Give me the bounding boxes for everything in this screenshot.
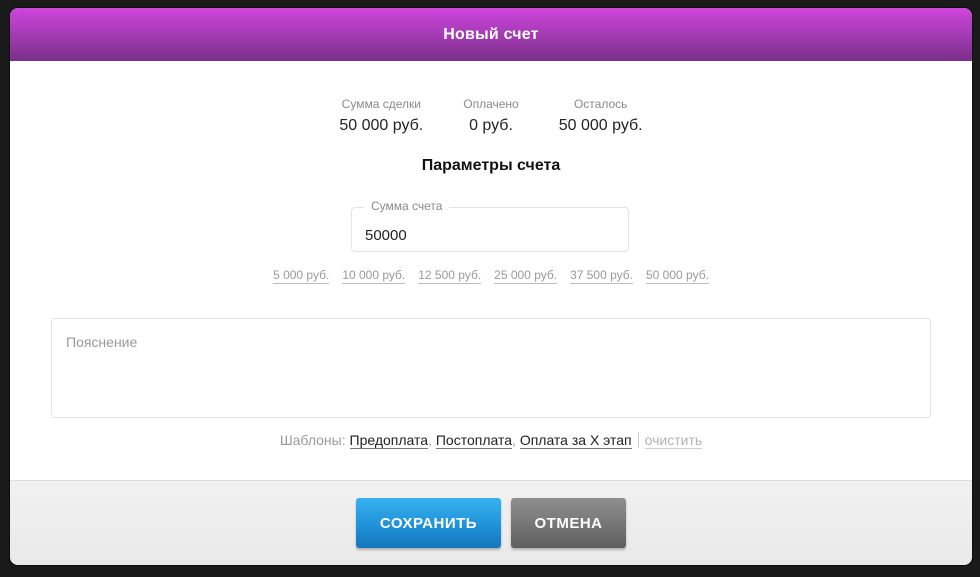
stat-value: 0 руб. (469, 117, 513, 134)
template-prepayment-link[interactable]: Предоплата (349, 432, 429, 449)
stat-label: Сумма сделки (341, 97, 421, 111)
invoice-amount-input[interactable] (352, 208, 628, 251)
template-postpayment-link[interactable]: Постоплата (435, 432, 513, 449)
template-stage-payment-link[interactable]: Оплата за X этап (519, 432, 632, 449)
templates-label: Шаблоны: (279, 432, 346, 448)
stat-deal-amount: Сумма сделки 50 000 руб. (339, 97, 423, 135)
stat-value: 50 000 руб. (558, 117, 643, 134)
preset-amount-link[interactable]: 5 000 руб. (273, 268, 330, 284)
stat-remaining: Осталось 50 000 руб. (559, 97, 643, 135)
comment-textarea[interactable] (51, 318, 931, 418)
invoice-amount-label: Сумма счета (364, 199, 450, 213)
invoice-amount-field: Сумма счета (351, 199, 629, 252)
stat-paid: Оплачено 0 руб. (463, 97, 518, 135)
preset-amount-link[interactable]: 12 500 руб. (418, 268, 482, 284)
preset-amount-link[interactable]: 10 000 руб. (342, 268, 406, 284)
amount-presets: 5 000 руб. 10 000 руб. 12 500 руб. 25 00… (10, 268, 972, 284)
stat-value: 50 000 руб. (339, 117, 424, 134)
cancel-button[interactable]: ОТМЕНА (511, 498, 626, 548)
deal-stats: Сумма сделки 50 000 руб. Оплачено 0 руб.… (10, 97, 972, 135)
preset-amount-link[interactable]: 37 500 руб. (570, 268, 633, 284)
save-button[interactable]: СОХРАНИТЬ (356, 498, 501, 548)
stat-label: Осталось (573, 97, 628, 111)
dialog-title: Новый счет (443, 25, 539, 43)
template-separator: , (512, 432, 516, 448)
clear-templates-link[interactable]: очистить (644, 432, 703, 449)
dialog-header: Новый счет (10, 8, 972, 61)
templates-row: Шаблоны: Предоплата, Постоплата, Оплата … (10, 432, 972, 449)
invoice-params-title: Параметры счета (421, 157, 561, 174)
new-invoice-dialog: Новый счет Сумма сделки 50 000 руб. Опла… (10, 8, 972, 565)
stat-label: Оплачено (463, 97, 519, 111)
preset-amount-link[interactable]: 50 000 руб. (646, 268, 709, 284)
dialog-footer: СОХРАНИТЬ ОТМЕНА (10, 480, 972, 565)
preset-amount-link[interactable]: 25 000 руб. (494, 268, 558, 284)
template-separator: , (428, 432, 432, 448)
divider (637, 432, 639, 448)
